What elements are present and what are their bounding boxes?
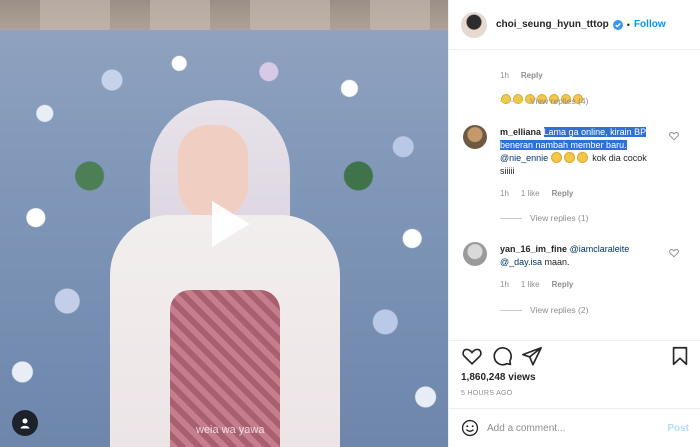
comment-time: 1h: [500, 71, 509, 80]
comments-list: 1h Reply View replies (4) m_elliana Lama…: [449, 50, 700, 340]
avatar[interactable]: [461, 11, 487, 38]
comment-time: 1h: [500, 189, 509, 198]
heart-icon[interactable]: [461, 345, 483, 367]
post-timestamp: 5 HOURS AGO: [461, 390, 513, 397]
post-username[interactable]: choi_seung_hyun_tttop: [496, 19, 609, 30]
comment-likes[interactable]: 1 like: [521, 189, 540, 198]
comment-username[interactable]: yan_16_im_fine: [500, 244, 567, 254]
comment-likes[interactable]: 1 like: [521, 280, 540, 289]
replies-divider: [500, 309, 522, 311]
view-count[interactable]: 1,860,248 views: [461, 372, 536, 383]
comment-meta: 1h 1 like Reply: [500, 189, 573, 198]
laughing-emoji-icon: [550, 152, 562, 163]
comment-text: yan_16_im_fine @iamclaraleite @_day.isa …: [500, 243, 660, 269]
laughing-emoji-icon: [563, 152, 575, 163]
comment-time: 1h: [500, 280, 509, 289]
comment-username[interactable]: m_elliana: [500, 127, 541, 137]
post-button[interactable]: Post: [667, 423, 689, 434]
add-comment-bar: Post: [449, 408, 700, 447]
bookmark-icon[interactable]: [669, 345, 691, 367]
comment-meta: 1h Reply: [500, 71, 543, 80]
avatar[interactable]: [463, 125, 487, 149]
replies-divider: [500, 100, 522, 102]
follow-button[interactable]: Follow: [634, 19, 666, 30]
smile-icon[interactable]: [461, 419, 479, 437]
like-comment-icon[interactable]: [669, 248, 679, 258]
share-icon[interactable]: [521, 345, 543, 367]
verified-icon: [612, 19, 623, 30]
avatar[interactable]: [463, 242, 487, 266]
user-tag-icon: [20, 418, 30, 429]
mention-link[interactable]: @iamclaraleite: [570, 244, 630, 254]
comment-input[interactable]: [487, 422, 668, 434]
reply-button[interactable]: Reply: [521, 71, 543, 80]
mention-link[interactable]: @_day.isa: [500, 257, 542, 267]
view-replies-button[interactable]: View replies (2): [500, 305, 588, 315]
user-tag-button[interactable]: [12, 410, 38, 436]
like-comment-icon[interactable]: [669, 131, 679, 141]
post-video[interactable]: weia wa yawa: [0, 0, 448, 447]
video-caption: weia wa yawa: [196, 424, 265, 436]
mention-link[interactable]: @nie_ennie: [500, 153, 548, 163]
replies-divider: [500, 217, 522, 219]
view-replies-label: View replies (4): [530, 96, 589, 106]
view-replies-button[interactable]: View replies (4): [500, 96, 588, 106]
play-icon[interactable]: [200, 197, 254, 251]
post-header: choi_seung_hyun_tttop • Follow: [449, 0, 700, 50]
reply-button[interactable]: Reply: [552, 189, 574, 198]
separator-dot: •: [626, 19, 630, 30]
comment-meta: 1h 1 like Reply: [500, 280, 573, 289]
action-bar: [449, 340, 700, 370]
reply-button[interactable]: Reply: [552, 280, 574, 289]
laughing-emoji-icon: [576, 152, 588, 163]
comment-tail: maan.: [544, 257, 570, 267]
post-side-panel: choi_seung_hyun_tttop • Follow 1h Reply …: [448, 0, 700, 447]
instagram-post-modal: weia wa yawa choi_seung_hyun_tttop • Fol…: [0, 0, 700, 447]
view-replies-label: View replies (2): [530, 305, 589, 315]
comment-icon[interactable]: [491, 345, 513, 367]
comment-text: m_elliana Lama ga online, kirain BP bene…: [500, 126, 660, 178]
view-replies-label: View replies (1): [530, 213, 589, 223]
view-replies-button[interactable]: View replies (1): [500, 213, 588, 223]
